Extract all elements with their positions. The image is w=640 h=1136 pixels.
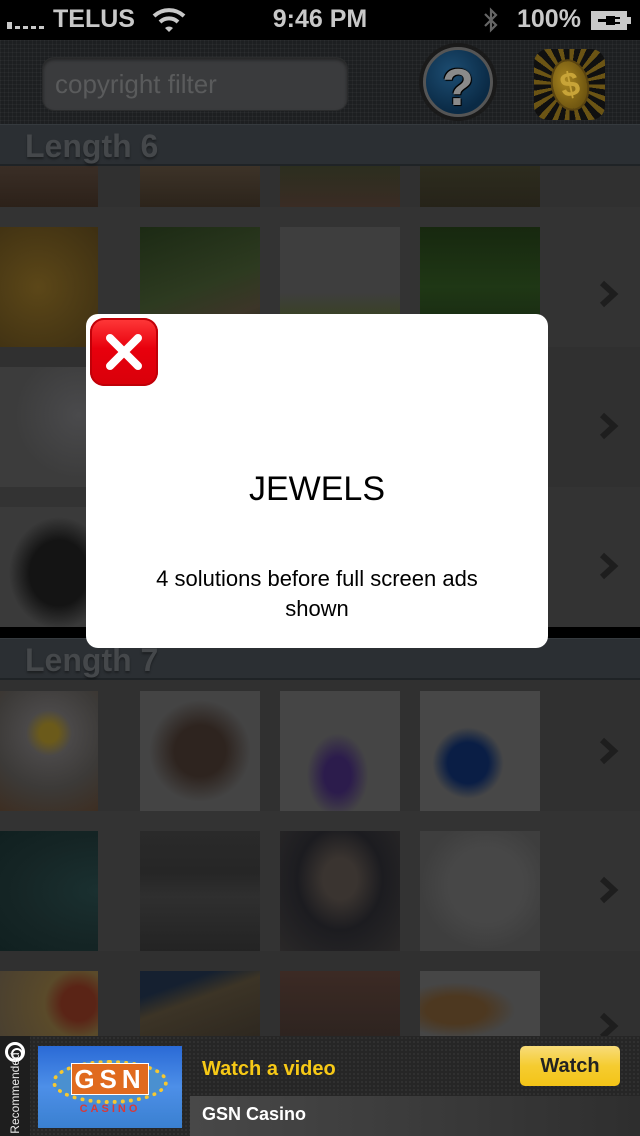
coins-button[interactable]: $ [534, 49, 605, 120]
thumbnail-bees-honeycomb[interactable] [0, 227, 98, 347]
thumbnail-iron-gate[interactable] [280, 831, 400, 951]
dialog-title: JEWELS [248, 470, 386, 508]
help-button[interactable]: ? [419, 43, 497, 121]
thumbnail-grass-hand[interactable] [280, 166, 400, 207]
chevron-right-icon[interactable] [598, 875, 620, 905]
chevron-right-icon[interactable] [598, 736, 620, 766]
thumbnail-jigsaw-puzzle[interactable] [420, 691, 540, 811]
battery-charging-icon [591, 11, 631, 30]
thumbnail-soil[interactable] [0, 166, 98, 207]
ad-headline: Watch a video [202, 1058, 336, 1080]
thumbnail-person-field[interactable] [420, 166, 540, 207]
battery-percent: 100% [517, 5, 581, 33]
search-input[interactable] [43, 58, 347, 110]
ad-image-subtext: CASINO [79, 1103, 141, 1115]
thumbnail-dry-grass[interactable] [140, 166, 260, 207]
thumbnail-brick-wall[interactable] [280, 971, 400, 1036]
help-icon: ? [423, 47, 493, 117]
section-title: Length 6 [25, 128, 159, 164]
close-button[interactable] [90, 318, 158, 386]
status-bar: TELUS 9:46 PM 100% [0, 0, 640, 40]
watch-button[interactable]: Watch [520, 1046, 620, 1086]
thumbnail-diamonds[interactable] [0, 367, 98, 487]
puzzle-row[interactable] [0, 811, 640, 951]
coin-icon: $ [546, 55, 594, 115]
search-field[interactable] [42, 57, 348, 111]
ad-image-text: GSN [71, 1063, 149, 1095]
thumbnail-tunnel[interactable] [0, 831, 98, 951]
chevron-right-icon[interactable] [598, 411, 620, 441]
ad-app-name: GSN Casino [202, 1104, 307, 1124]
recommended-label: Recommended [8, 1052, 22, 1134]
thumbnail-handbag-shoes[interactable] [140, 691, 260, 811]
thumbnail-apples-honey[interactable] [0, 971, 98, 1036]
ad-side-strip: Recommended [0, 1036, 30, 1136]
ad-app-image[interactable]: GSN CASINO [38, 1046, 182, 1128]
section-header-length-6: Length 6 [0, 124, 640, 166]
puzzle-row[interactable] [0, 951, 640, 1040]
thumbnail-chemistry-flask[interactable] [280, 691, 400, 811]
dialog-message: 4 solutions before full screen ads shown [156, 566, 478, 621]
toolbar: ? $ [0, 40, 640, 124]
thumbnail-flour-eggs[interactable] [0, 691, 98, 811]
chevron-right-icon[interactable] [598, 279, 620, 309]
thumbnail-rock-cliff[interactable] [140, 971, 260, 1036]
ad-banner[interactable]: Recommended GSN CASINO Watch a video Wat… [0, 1036, 640, 1136]
thumbnail-white-van[interactable] [420, 831, 540, 951]
close-icon [106, 334, 142, 370]
thumbnail-cowboy-hat[interactable] [0, 507, 98, 627]
thumbnail-bus-river[interactable] [140, 831, 260, 951]
bluetooth-icon [484, 7, 498, 33]
ad-app-strip[interactable]: GSN Casino [190, 1096, 640, 1136]
thumbnail-cookies[interactable] [420, 971, 540, 1036]
puzzle-row[interactable] [0, 680, 640, 831]
solution-dialog: JEWELS 4 solutions before full screen ad… [86, 314, 548, 648]
chevron-right-icon[interactable] [598, 551, 620, 581]
